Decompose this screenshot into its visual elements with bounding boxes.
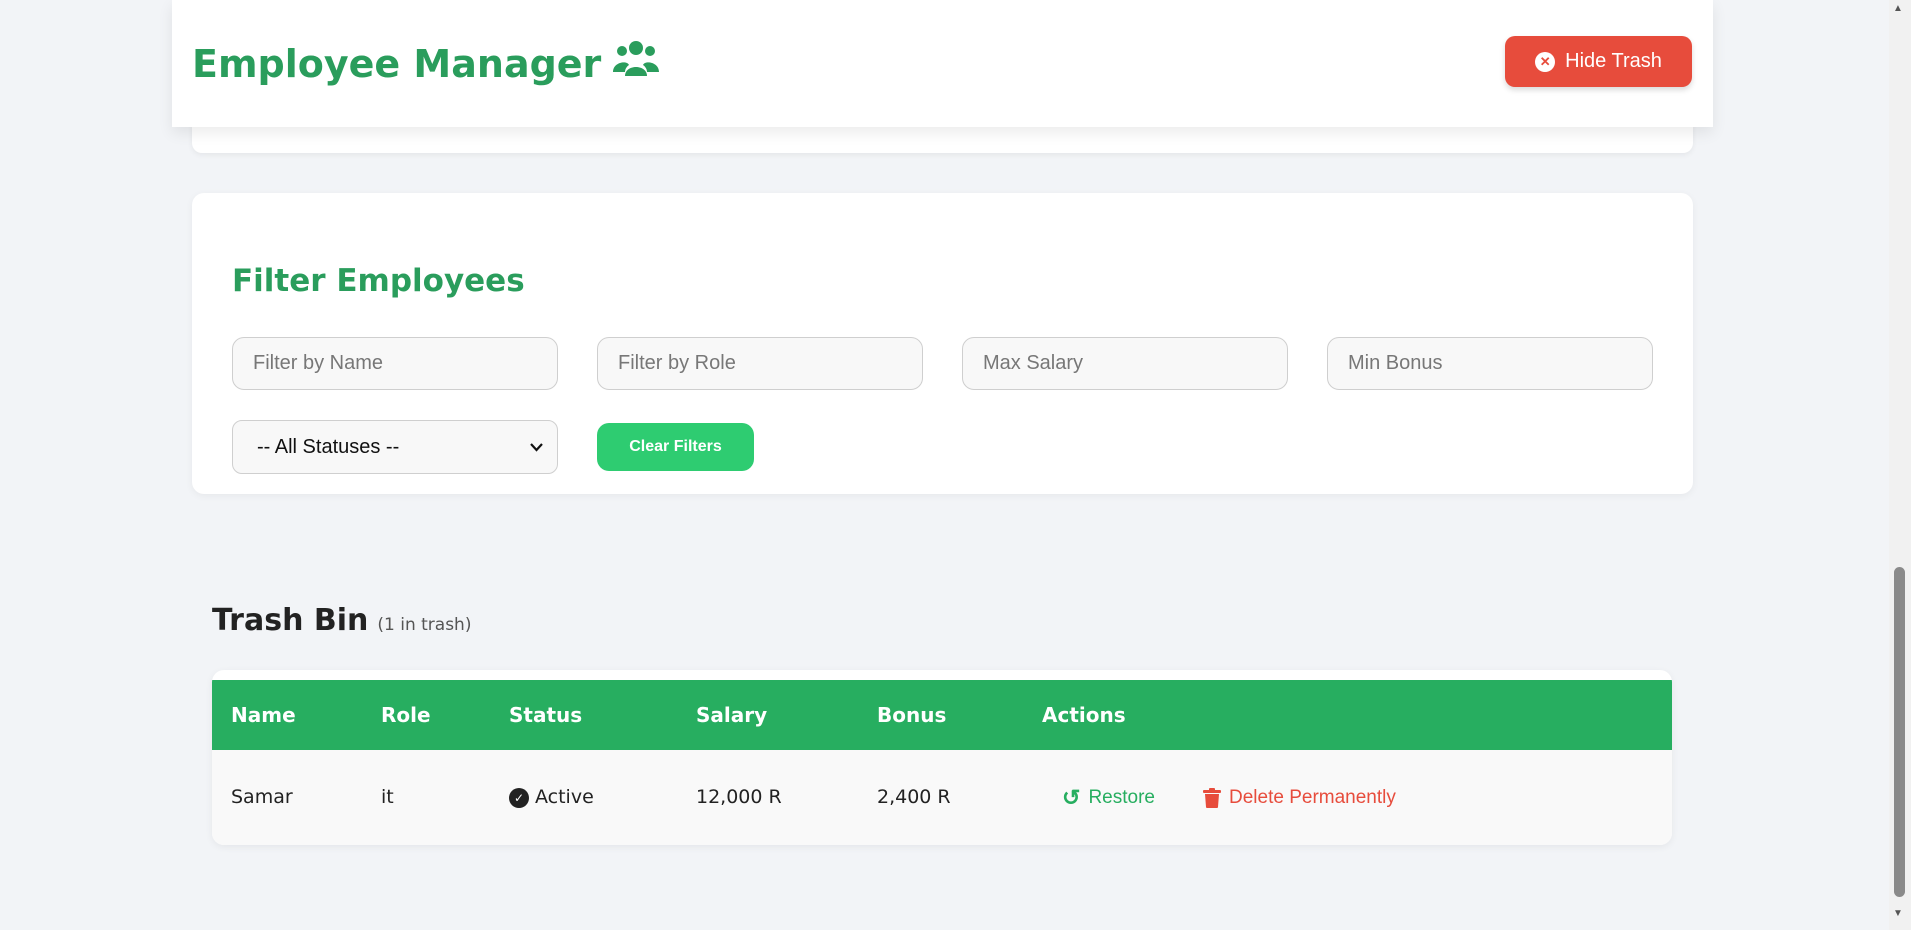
column-header-name: Name xyxy=(231,703,296,727)
check-circle-icon: ✓ xyxy=(509,787,529,808)
cell-salary: 12,000 R xyxy=(696,786,782,808)
clear-filters-button[interactable]: Clear Filters xyxy=(597,423,754,471)
delete-permanently-button[interactable]: Delete Permanently xyxy=(1203,750,1396,845)
cell-bonus: 2,400 R xyxy=(877,786,951,808)
hide-trash-button[interactable]: ✕ Hide Trash xyxy=(1505,36,1692,87)
filter-role-input[interactable] xyxy=(597,337,923,390)
column-header-bonus: Bonus xyxy=(877,703,947,727)
app-title-text: Employee Manager xyxy=(192,41,602,86)
filter-title: Filter Employees xyxy=(232,263,525,299)
status-text: Active xyxy=(535,786,594,808)
scrollbar-thumb[interactable] xyxy=(1894,567,1905,897)
restore-label: Restore xyxy=(1088,786,1155,808)
filter-name-input[interactable] xyxy=(232,337,558,390)
trash-title: Trash Bin xyxy=(212,603,369,638)
min-bonus-input[interactable] xyxy=(1327,337,1653,390)
hide-trash-label: Hide Trash xyxy=(1565,50,1662,72)
trash-table: Name Role Status Salary Bonus Actions Sa… xyxy=(212,670,1672,845)
scroll-up-arrow-icon[interactable]: ▲ xyxy=(1893,3,1903,14)
column-header-role: Role xyxy=(381,703,431,727)
scrollbar[interactable]: ▲ ▼ xyxy=(1889,0,1911,930)
table-row: Samar it ✓ Active 12,000 R 2,400 R ↺ Res… xyxy=(212,750,1672,845)
delete-label: Delete Permanently xyxy=(1229,786,1396,808)
scroll-down-arrow-icon[interactable]: ▼ xyxy=(1893,908,1903,919)
max-salary-input[interactable] xyxy=(962,337,1288,390)
undo-icon: ↺ xyxy=(1062,784,1081,810)
cell-status: ✓ Active xyxy=(509,750,594,845)
trash-count: (1 in trash) xyxy=(377,615,472,635)
status-select[interactable]: -- All Statuses -- xyxy=(232,420,558,474)
table-header: Name Role Status Salary Bonus Actions xyxy=(212,680,1672,750)
trash-heading: Trash Bin (1 in trash) xyxy=(212,603,471,638)
restore-button[interactable]: ↺ Restore xyxy=(1062,750,1155,845)
cell-role: it xyxy=(381,786,394,808)
filter-card: Filter Employees -- All Statuses -- Clea… xyxy=(192,193,1693,494)
trash-icon xyxy=(1203,787,1221,808)
column-header-salary: Salary xyxy=(696,703,768,727)
app-title: Employee Manager xyxy=(192,40,660,87)
cell-name: Samar xyxy=(231,786,293,808)
close-circle-icon: ✕ xyxy=(1535,51,1556,72)
users-icon xyxy=(613,40,660,87)
column-header-actions: Actions xyxy=(1042,703,1126,727)
chevron-down-icon xyxy=(530,440,543,455)
column-header-status: Status xyxy=(509,703,583,727)
status-select-value: -- All Statuses -- xyxy=(257,435,400,458)
